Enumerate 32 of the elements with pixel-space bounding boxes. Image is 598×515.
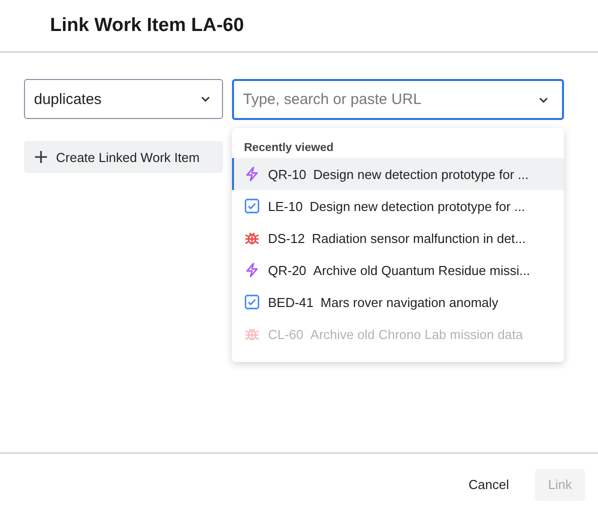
item-key: DS-12 (268, 230, 305, 246)
chevron-down-icon (539, 97, 548, 103)
item-summary: Mars rover navigation anomaly (320, 294, 498, 310)
section-heading: Recently viewed (243, 142, 334, 156)
item-key: QR-20 (268, 262, 306, 278)
work-item-option[interactable]: DS-12 Radiation sensor malfunction in det... (232, 222, 564, 254)
item-summary: Design new detection prototype for ... (310, 198, 526, 214)
checkbox-icon (244, 198, 260, 214)
item-summary: Archive old Quantum Residue missi... (313, 262, 530, 278)
bug-icon (244, 230, 260, 246)
plus-icon (34, 150, 48, 164)
work-item-option[interactable]: LE-10 Design new detection prototype for ... (232, 190, 564, 222)
item-key: LE-10 (268, 198, 303, 214)
work-item-option[interactable]: QR-20 Archive old Quantum Residue missi... (232, 254, 564, 286)
search-field[interactable]: Type, search or paste URL (232, 79, 564, 120)
bug-icon (244, 326, 260, 342)
chevron-down-icon (201, 96, 210, 102)
item-key: CL-60 (268, 326, 304, 342)
work-item-option[interactable]: BED-41 Mars rover navigation anomaly (232, 286, 564, 318)
lightning-icon (244, 262, 260, 278)
checkbox-icon (244, 294, 260, 310)
cancel-button[interactable]: Cancel (462, 476, 515, 493)
item-summary: Radiation sensor malfunction in det... (312, 230, 526, 246)
work-item-option[interactable]: QR-10 Design new detection prototype for ... (232, 158, 564, 190)
item-key: BED-41 (268, 294, 314, 310)
item-summary: Archive old Chrono Lab mission data (310, 326, 523, 342)
create-linked-item-button[interactable]: Create Linked Work Item (24, 141, 223, 173)
link-type-select[interactable]: duplicates (24, 79, 223, 119)
item-summary: Design new detection prototype for ... (313, 166, 529, 182)
lightning-icon (244, 166, 260, 182)
item-key: QR-10 (268, 166, 306, 182)
dialog-title: Link Work Item LA-60 (50, 14, 244, 36)
